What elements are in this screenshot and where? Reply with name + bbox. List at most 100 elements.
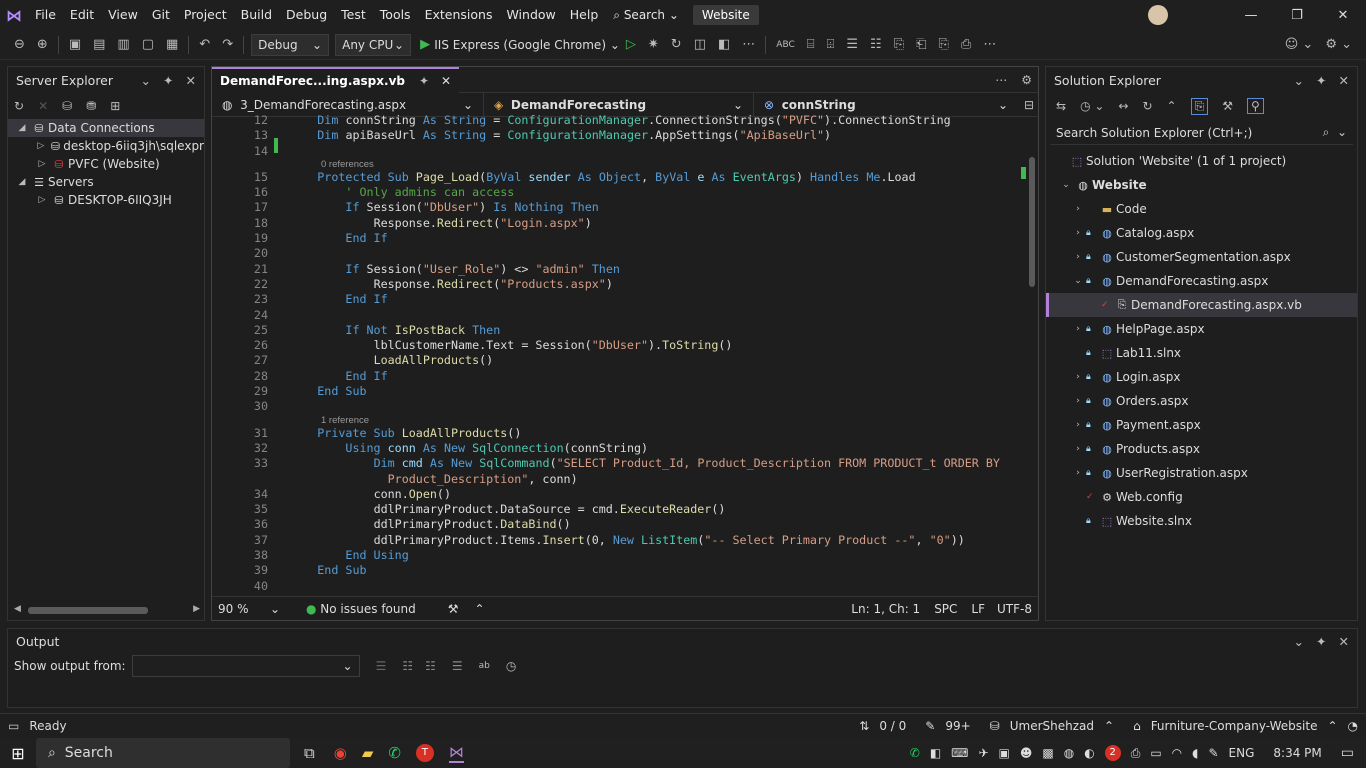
- notifications-icon[interactable]: ◔: [1348, 719, 1358, 733]
- pencil-icon[interactable]: ✎: [925, 719, 935, 733]
- collapsed-arrow-icon[interactable]: ▷: [34, 141, 48, 151]
- comment-icon[interactable]: ⌸: [801, 37, 821, 52]
- tray-app-icon[interactable]: ◐: [1084, 746, 1094, 760]
- hot-reload-icon[interactable]: ✷: [642, 37, 665, 52]
- menu-item-extensions[interactable]: Extensions: [418, 0, 500, 30]
- refresh-icon[interactable]: ↻: [665, 37, 688, 52]
- whatsapp-tray-icon[interactable]: ✆: [910, 746, 920, 760]
- solution-search-box[interactable]: Search Solution Explorer (Ctrl+;) ⌕ ⌄: [1050, 121, 1353, 145]
- chevron-up-icon[interactable]: ⌃: [474, 602, 484, 616]
- close-tab-icon[interactable]: ✕: [441, 74, 451, 88]
- close-icon[interactable]: ✕: [1320, 8, 1366, 23]
- line-ending[interactable]: LF: [971, 602, 985, 616]
- settings-icon[interactable]: ⚙ ⌄: [1319, 37, 1366, 52]
- bookmark-prev-icon[interactable]: ⎗: [910, 37, 932, 52]
- solution-item[interactable]: › 🔒︎ ◍ Payment.aspx: [1046, 413, 1357, 437]
- search-menu[interactable]: ⌕ Search ⌄: [605, 8, 687, 23]
- solution-node[interactable]: ⬚ Solution 'Website' (1 of 1 project): [1046, 149, 1357, 173]
- save-all-icon[interactable]: ▦: [160, 37, 184, 52]
- preview-icon[interactable]: ⚲: [1246, 98, 1264, 114]
- pin-icon[interactable]: ✦: [163, 73, 173, 88]
- taskbar-search[interactable]: ⌕ Search: [36, 738, 290, 768]
- solution-item[interactable]: › 🔒︎ ◍ HelpPage.aspx: [1046, 317, 1357, 341]
- chrome-icon[interactable]: ◉: [334, 744, 347, 762]
- copilot-icon[interactable]: ☺ ⌄: [1279, 37, 1320, 52]
- codelens-references[interactable]: 1 reference: [212, 415, 1038, 426]
- close-icon[interactable]: ✕: [186, 73, 196, 88]
- clear-all-icon[interactable]: ☰: [452, 659, 463, 673]
- solution-item[interactable]: ✓ ⎘ DemandForecasting.aspx.vb: [1046, 293, 1357, 317]
- solution-item[interactable]: › ▬ Code: [1046, 197, 1357, 221]
- close-icon[interactable]: ✕: [1339, 73, 1349, 88]
- wifi-icon[interactable]: ◠: [1172, 746, 1182, 760]
- project-node[interactable]: ⌄ ◍ Website: [1046, 173, 1357, 197]
- format-icon[interactable]: ⌹: [821, 37, 841, 52]
- tab-demandforecasting-vb[interactable]: DemandForec...ing.aspx.vb ✦ ✕: [212, 66, 460, 93]
- new-project-icon[interactable]: ▣: [63, 37, 87, 52]
- collapsed-arrow-icon[interactable]: ›: [1070, 468, 1086, 478]
- tray-app-icon[interactable]: ▣: [999, 746, 1010, 760]
- file-explorer-icon[interactable]: ▰: [362, 744, 374, 762]
- solution-item[interactable]: ⌄ 🔒︎ ◍ DemandForecasting.aspx: [1046, 269, 1357, 293]
- visual-studio-logo-icon[interactable]: ⋈: [0, 0, 28, 30]
- save-icon[interactable]: ▢: [136, 37, 160, 52]
- server-tree-item[interactable]: ◢ ☰ Servers: [8, 173, 204, 191]
- undo-icon[interactable]: ↶: [193, 37, 216, 52]
- add-item-icon[interactable]: ▥: [111, 37, 135, 52]
- menu-item-help[interactable]: Help: [563, 0, 606, 30]
- codelens-references[interactable]: 0 references: [212, 159, 1038, 170]
- repo-icon[interactable]: ⌂: [1133, 719, 1141, 733]
- collapsed-arrow-icon[interactable]: ▷: [34, 195, 50, 205]
- discord-icon[interactable]: ☻: [1020, 746, 1033, 760]
- server-tree-item[interactable]: ▷ ⛁ desktop-6iiq3jh\sqlexpr: [8, 137, 204, 155]
- next-message-icon[interactable]: ☷: [425, 659, 436, 673]
- back-icon[interactable]: ⊖: [0, 37, 31, 52]
- solution-item[interactable]: 🔒︎ ⬚ Website.slnx: [1046, 509, 1357, 533]
- browse-icon[interactable]: ◫: [688, 37, 712, 52]
- expanded-arrow-icon[interactable]: ◢: [14, 177, 30, 187]
- close-icon[interactable]: ✕: [1339, 634, 1349, 649]
- language-indicator[interactable]: ENG: [1229, 746, 1255, 760]
- collapse-icon[interactable]: ⌃: [1167, 99, 1177, 113]
- menu-item-debug[interactable]: Debug: [279, 0, 334, 30]
- solution-item[interactable]: ✓ ⚙ Web.config: [1046, 485, 1357, 509]
- connect-database-icon[interactable]: ⛁: [62, 99, 72, 113]
- tray-app-icon[interactable]: ◍: [1064, 746, 1074, 760]
- chevron-down-icon[interactable]: ⌄: [1294, 73, 1304, 88]
- stop-icon[interactable]: ✕: [38, 99, 48, 113]
- server-tree-item[interactable]: ▷ ⛁ PVFC (Website): [8, 155, 204, 173]
- configuration-select[interactable]: Debug ⌄: [251, 33, 330, 56]
- menu-item-project[interactable]: Project: [177, 0, 234, 30]
- word-wrap-icon[interactable]: ab: [479, 661, 490, 671]
- solution-item[interactable]: › 🔒︎ ◍ Catalog.aspx: [1046, 221, 1357, 245]
- account-avatar[interactable]: [1148, 5, 1168, 25]
- output-toggle-icon[interactable]: ▭: [8, 719, 19, 733]
- collapsed-arrow-icon[interactable]: ▷: [34, 159, 50, 169]
- server-tree-item[interactable]: ▷ ⛁ DESKTOP-6IIQ3JH: [8, 191, 204, 209]
- pen-icon[interactable]: ✎: [1208, 746, 1218, 760]
- menu-item-tools[interactable]: Tools: [373, 0, 418, 30]
- solution-item[interactable]: › 🔒︎ ◍ Login.aspx: [1046, 365, 1357, 389]
- volume-icon[interactable]: ◖: [1192, 746, 1198, 760]
- platform-select[interactable]: Any CPU ⌄: [335, 33, 412, 56]
- chevron-down-icon[interactable]: ⌄: [141, 73, 151, 88]
- bookmark-icon[interactable]: ⎘: [888, 37, 910, 52]
- menu-item-view[interactable]: View: [101, 0, 145, 30]
- more-icon[interactable]: ⋯: [977, 37, 1002, 52]
- pin-icon[interactable]: ✦: [1316, 634, 1326, 649]
- bookmark-clear-icon[interactable]: ⎙: [955, 37, 977, 52]
- git-changes-icon[interactable]: ⇅: [859, 719, 869, 733]
- tray-app-icon[interactable]: ✈: [978, 746, 988, 760]
- collapsed-arrow-icon[interactable]: ›: [1070, 396, 1086, 406]
- cleanup-icon[interactable]: ⚒: [448, 602, 459, 616]
- task-view-icon[interactable]: ⧉: [304, 744, 315, 762]
- properties-icon[interactable]: ⚒: [1222, 99, 1233, 113]
- collapsed-arrow-icon[interactable]: ›: [1070, 204, 1086, 214]
- refresh-icon[interactable]: ↻: [1142, 99, 1152, 113]
- window-icon[interactable]: ◧: [712, 37, 736, 52]
- indent-icon[interactable]: ☷: [864, 37, 888, 52]
- outdent-icon[interactable]: ☰: [840, 37, 864, 52]
- battery-icon[interactable]: ▭: [1150, 746, 1161, 760]
- more-tabs-icon[interactable]: ⋯: [995, 73, 1007, 87]
- minimize-icon[interactable]: —: [1228, 8, 1274, 23]
